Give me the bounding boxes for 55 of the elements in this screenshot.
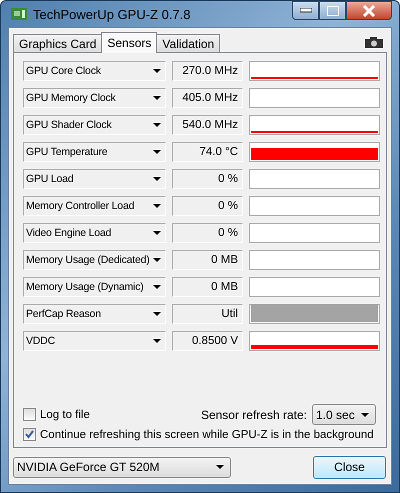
sensor-reading: 0 % [172,223,243,243]
refresh-rate-label: Sensor refresh rate: [200,408,307,422]
caret-icon [153,123,161,127]
checkbox-label: Continue refreshing this screen while GPU-Z is in the background [40,428,374,440]
close-button[interactable] [346,1,392,20]
close-icon [362,4,376,16]
caret-icon [153,204,161,208]
sensor-name-dropdown[interactable]: GPU Load [23,169,166,189]
tab[interactable]: Sensors [101,32,158,53]
checkbox[interactable] [23,408,36,421]
tab[interactable]: Graphics Card [13,34,102,52]
close-dialog-button[interactable]: Close [313,456,386,478]
app-icon [11,7,27,21]
checkbox-label: Log to file [40,408,90,420]
tab[interactable]: Validation [156,34,220,52]
sensor-name-dropdown[interactable]: GPU Temperature [23,142,166,162]
caret-icon [153,177,161,181]
sensor-name-dropdown[interactable]: PerfCap Reason [23,304,166,324]
sensor-reading: 540.0 MHz [172,115,243,135]
caret-icon [153,285,161,289]
caret-icon [361,412,369,416]
caret-icon [153,150,161,154]
sensor-name-dropdown[interactable]: Memory Controller Load [23,196,166,216]
caret-icon [153,231,161,235]
camera-icon[interactable] [365,37,383,48]
sensor-name-dropdown[interactable]: Memory Usage (Dynamic) [23,277,166,297]
sensor-reading: 74.0 °C [172,142,243,162]
sensor-reading: Util [172,304,243,324]
sensor-name-dropdown[interactable]: GPU Core Clock [23,61,166,81]
caret-icon [153,96,161,100]
caret-icon [153,312,161,316]
sensor-reading: 405.0 MHz [172,88,243,108]
checkbox[interactable] [23,428,36,441]
maximize-button[interactable] [319,1,346,20]
sensor-name-dropdown[interactable]: VDDC [23,331,166,351]
sensor-reading: 0 % [172,169,243,189]
sensor-name-dropdown[interactable]: GPU Shader Clock [23,115,166,135]
caret-icon [216,465,224,469]
sensor-name-dropdown[interactable]: GPU Memory Clock [23,88,166,108]
caret-icon [153,69,161,73]
sensor-name-dropdown[interactable]: Memory Usage (Dedicated) [23,250,166,270]
caret-icon [153,339,161,343]
sensor-reading: 0.8500 V [172,331,243,351]
sensor-reading: 0 MB [172,277,243,297]
maximize-icon [326,6,338,16]
minimize-button[interactable] [292,1,319,20]
sensor-reading: 0 % [172,196,243,216]
sensor-reading: 0 MB [172,250,243,270]
window-title: TechPowerUp GPU-Z 0.7.8 [33,6,191,22]
gpu-dropdown[interactable]: NVIDIA GeForce GT 520M [13,456,231,478]
minimize-icon [300,8,312,13]
refresh-rate-dropdown[interactable]: 1.0 sec [312,404,376,425]
sensor-reading: 270.0 MHz [172,61,243,81]
sensor-name-dropdown[interactable]: Video Engine Load [23,223,166,243]
caret-icon [153,258,161,262]
